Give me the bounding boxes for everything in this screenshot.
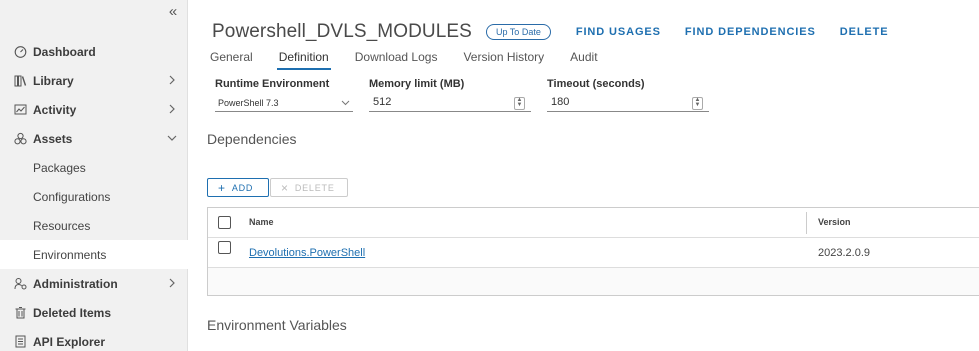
- chevron-right-icon: [166, 74, 178, 86]
- library-icon: [14, 74, 27, 87]
- grid-footer: [208, 268, 979, 295]
- sidebar-nav: Dashboard Library Activity Assets Packag…: [0, 37, 188, 351]
- timeout-field: Timeout (seconds) 180 ▲ ▼: [547, 78, 709, 112]
- grid-header: Name Version: [208, 208, 979, 238]
- sidebar-item-dashboard[interactable]: Dashboard: [0, 37, 188, 66]
- delete-button-label: DELETE: [294, 182, 335, 193]
- tab-definition[interactable]: Definition: [276, 50, 331, 70]
- sidebar-item-label: Assets: [33, 131, 73, 146]
- status-badge: Up To Date: [485, 24, 551, 40]
- dashboard-icon: [14, 45, 27, 58]
- sidebar-item-api-explorer[interactable]: API Explorer: [0, 327, 188, 351]
- sidebar-item-administration[interactable]: Administration: [0, 269, 188, 298]
- chevron-down-icon: [341, 98, 350, 107]
- sidebar-item-configurations[interactable]: Configurations: [0, 182, 188, 211]
- dependency-version: 2023.2.0.9: [818, 247, 870, 259]
- select-all-checkbox[interactable]: [218, 216, 231, 229]
- header: Powershell_DVLS_MODULES Up To Date FIND …: [212, 19, 889, 45]
- timeout-input-value: 180: [551, 96, 570, 108]
- table-row[interactable]: Devolutions.PowerShell 2023.2.0.9: [208, 238, 979, 268]
- close-icon: ×: [281, 180, 289, 195]
- chevron-right-icon: [166, 277, 178, 289]
- assets-icon: [14, 132, 27, 145]
- column-resize-handle[interactable]: [806, 212, 807, 234]
- main-content: Powershell_DVLS_MODULES Up To Date FIND …: [188, 0, 979, 351]
- delete-dependency-button[interactable]: × DELETE: [270, 178, 348, 197]
- memory-input-value: 512: [373, 96, 392, 108]
- runtime-field: Runtime Environment PowerShell 7.3: [215, 78, 353, 112]
- column-header-version[interactable]: Version: [818, 217, 851, 227]
- add-button-label: ADD: [231, 182, 254, 193]
- memory-label: Memory limit (MB): [369, 78, 465, 90]
- find-usages-link[interactable]: FIND USAGES: [576, 26, 661, 38]
- tab-bar: General Definition Download Logs Version…: [210, 50, 624, 70]
- plus-icon: +: [218, 180, 226, 195]
- sidebar-item-assets[interactable]: Assets: [0, 124, 188, 153]
- dependencies-title: Dependencies: [207, 131, 297, 147]
- runtime-select[interactable]: PowerShell 7.3: [215, 94, 353, 112]
- sidebar-item-label: API Explorer: [33, 334, 106, 349]
- tab-version-history[interactable]: Version History: [463, 50, 544, 70]
- find-dependencies-link[interactable]: FIND DEPENDENCIES: [685, 26, 816, 38]
- dependencies-toolbar: + ADD × DELETE: [207, 178, 348, 197]
- timeout-spinner[interactable]: ▲ ▼: [692, 97, 703, 110]
- sidebar-item-label: Activity: [33, 102, 77, 117]
- column-header-name[interactable]: Name: [249, 217, 274, 227]
- dependency-name-link[interactable]: Devolutions.PowerShell: [249, 247, 365, 259]
- dependencies-grid: Name Version Devolutions.PowerShell 2023…: [207, 207, 979, 296]
- chevron-right-icon: [166, 103, 178, 115]
- tab-audit[interactable]: Audit: [570, 50, 597, 70]
- row-checkbox[interactable]: [218, 241, 231, 254]
- tab-download-logs[interactable]: Download Logs: [355, 50, 438, 70]
- sidebar-item-activity[interactable]: Activity: [0, 95, 188, 124]
- sidebar: « Dashboard Library Activity Assets Pack…: [0, 0, 188, 351]
- memory-spinner[interactable]: ▲ ▼: [514, 97, 525, 110]
- sidebar-item-library[interactable]: Library: [0, 66, 188, 95]
- runtime-label: Runtime Environment: [215, 78, 330, 90]
- timeout-label: Timeout (seconds): [547, 78, 645, 90]
- add-dependency-button[interactable]: + ADD: [207, 178, 269, 197]
- sidebar-item-label: Configurations: [33, 189, 111, 204]
- environment-variables-title: Environment Variables: [207, 317, 347, 333]
- sidebar-item-label: Packages: [33, 160, 86, 175]
- sidebar-item-label: Resources: [33, 218, 91, 233]
- tab-general[interactable]: General: [210, 50, 253, 70]
- runtime-select-value: PowerShell 7.3: [218, 98, 279, 108]
- administration-icon: [14, 277, 27, 290]
- sidebar-item-label: Dashboard: [33, 44, 96, 59]
- sidebar-item-label: Environments: [33, 247, 107, 262]
- sidebar-item-resources[interactable]: Resources: [0, 211, 188, 240]
- sidebar-item-label: Deleted Items: [33, 305, 112, 320]
- delete-link[interactable]: DELETE: [840, 26, 889, 38]
- page-title: Powershell_DVLS_MODULES: [212, 21, 472, 42]
- collapse-sidebar-button[interactable]: «: [164, 4, 182, 20]
- activity-icon: [14, 103, 27, 116]
- timeout-input[interactable]: 180 ▲ ▼: [547, 94, 709, 112]
- definition-form: Runtime Environment PowerShell 7.3 Memor…: [215, 78, 725, 112]
- sidebar-item-deleted-items[interactable]: Deleted Items: [0, 298, 188, 327]
- memory-field: Memory limit (MB) 512 ▲ ▼: [369, 78, 531, 112]
- chevron-down-icon: [166, 132, 178, 144]
- sidebar-item-environments[interactable]: Environments: [0, 240, 188, 269]
- sidebar-item-packages[interactable]: Packages: [0, 153, 188, 182]
- memory-input[interactable]: 512 ▲ ▼: [369, 94, 531, 112]
- trash-icon: [14, 306, 27, 319]
- sidebar-item-label: Administration: [33, 276, 118, 291]
- api-explorer-icon: [14, 335, 27, 348]
- sidebar-item-label: Library: [33, 73, 74, 88]
